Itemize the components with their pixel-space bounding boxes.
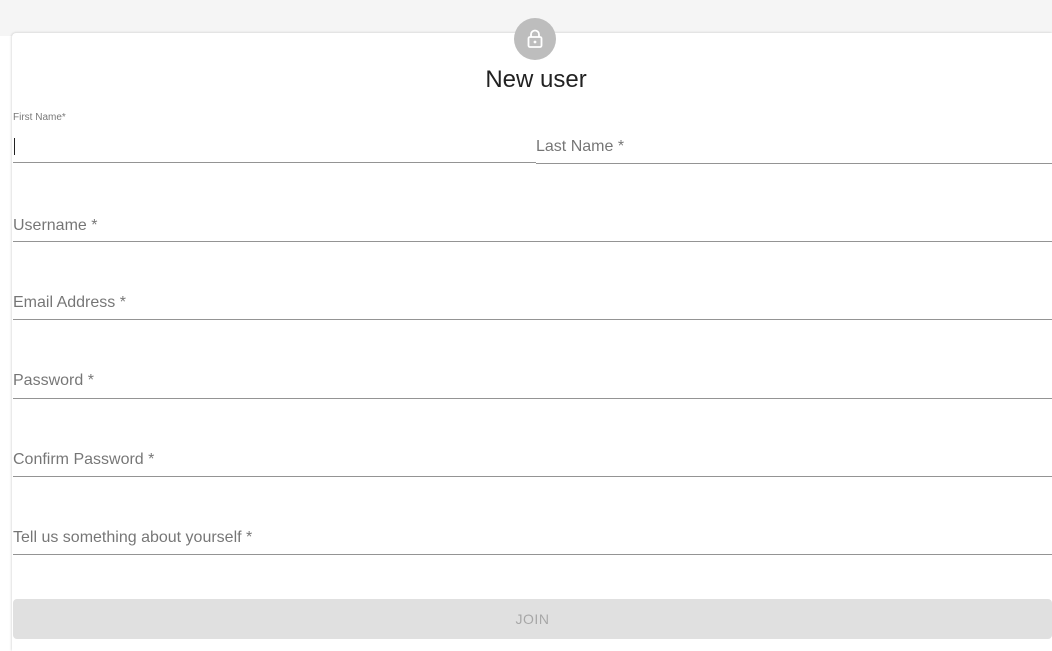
- page-title: New user: [485, 66, 587, 93]
- confirm-password-label: Confirm Password *: [13, 451, 155, 468]
- username-label: Username *: [13, 217, 98, 234]
- username-field[interactable]: Username *: [13, 190, 1052, 242]
- email-underline: [13, 319, 1052, 320]
- password-field[interactable]: Password *: [13, 347, 1052, 399]
- text-caret: [14, 138, 15, 155]
- join-button[interactable]: JOIN: [13, 599, 1052, 639]
- password-underline: [13, 398, 1052, 399]
- first-name-underline: [13, 162, 536, 163]
- about-label: Tell us something about yourself *: [13, 529, 253, 546]
- username-underline: [13, 241, 1052, 242]
- first-name-field[interactable]: First Name*: [13, 112, 536, 163]
- about-field[interactable]: Tell us something about yourself *: [13, 503, 1052, 555]
- first-name-input[interactable]: [13, 136, 536, 158]
- email-field[interactable]: Email Address *: [13, 268, 1052, 320]
- last-name-underline: [536, 163, 1052, 164]
- about-underline: [13, 554, 1052, 555]
- confirm-password-underline: [13, 476, 1052, 477]
- last-name-field[interactable]: Last Name *: [536, 112, 1052, 164]
- password-label: Password *: [13, 372, 94, 389]
- confirm-password-field[interactable]: Confirm Password *: [13, 425, 1052, 477]
- lock-icon: [527, 29, 543, 48]
- first-name-label: First Name*: [13, 112, 66, 123]
- email-label: Email Address *: [13, 294, 126, 311]
- last-name-label: Last Name *: [536, 138, 625, 155]
- avatar: [514, 18, 556, 60]
